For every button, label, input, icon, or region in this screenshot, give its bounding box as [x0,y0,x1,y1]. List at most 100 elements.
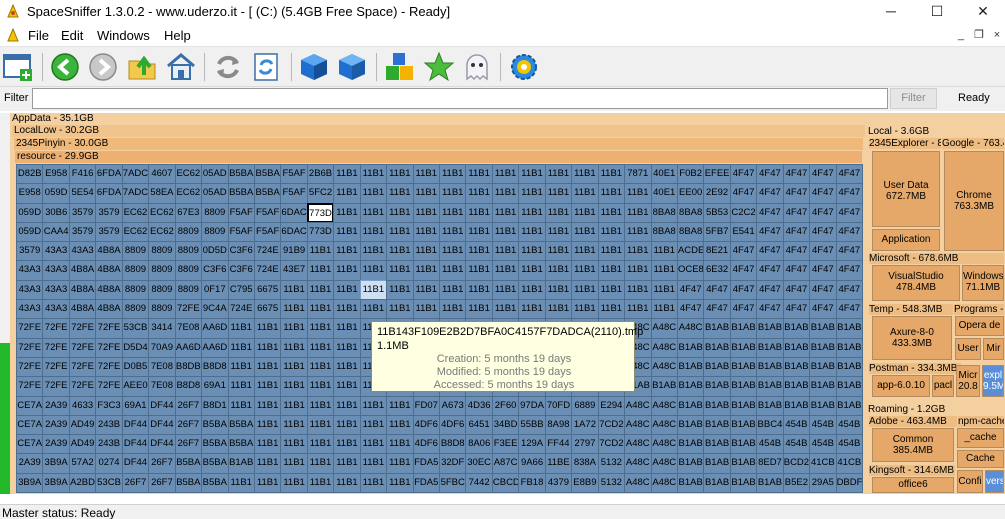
file-cell[interactable]: 4F47 [756,202,784,223]
file-cell[interactable]: 4F47 [782,202,811,223]
file-cell[interactable]: 454B [782,434,811,455]
file-cell[interactable]: 11B1 [439,260,467,281]
file-cell[interactable]: B1AB [756,337,784,358]
file-cell[interactable]: 059D [42,183,70,204]
file-cell-hovered[interactable]: 11B1 [359,279,388,301]
file-cell[interactable]: 5E54 [68,183,97,204]
file-cell[interactable]: 72FE [95,337,123,358]
file-cell[interactable]: ACDE [676,241,705,262]
file-cell[interactable]: B1AB [835,376,863,397]
file-cell[interactable]: 4F47 [809,221,837,243]
file-cell[interactable]: 26F7 [174,414,203,436]
file-cell[interactable]: DBDF [835,472,863,493]
file-cell[interactable]: 6675 [253,279,282,301]
file-cell[interactable]: 11B1 [333,356,361,378]
file-cell[interactable]: 11B1 [465,183,493,204]
file-cell[interactable]: 72FE [16,376,44,397]
file-cell[interactable]: CAA4 [42,221,70,243]
file-cell[interactable]: B1AB [676,414,705,436]
file-cell[interactable]: F5AF [280,183,308,204]
file-cell[interactable]: 11B1 [359,453,388,474]
file-cell[interactable]: FF44 [544,434,573,455]
file-cell[interactable]: B1AB [703,337,731,358]
file-cell[interactable]: A87C [491,453,520,474]
zoom-in-cube-icon[interactable] [298,51,330,83]
file-cell[interactable]: 3579 [68,202,97,223]
file-cell[interactable]: 4B8A [68,299,97,320]
folder-resource[interactable]: resource - 29.9GB [15,151,862,163]
file-cell[interactable]: 11B1 [359,183,388,204]
file-cell[interactable]: 97DA [518,395,546,416]
file-cell[interactable]: 26F7 [174,395,203,416]
file-cell[interactable]: 11B1 [359,299,388,320]
file-cell[interactable]: 11B1 [333,279,361,301]
file-cell[interactable]: B8D8 [201,356,229,378]
folder-user-data[interactable]: User Data 672.7MB [872,151,940,227]
file-cell[interactable]: 4633 [68,395,97,416]
file-cell[interactable]: A48C [624,434,652,455]
file-cell[interactable]: 30B6 [42,202,70,223]
folder-expl[interactable]: expl 9.5M [982,365,1004,397]
file-cell[interactable]: 4F47 [782,164,811,185]
file-cell[interactable]: 69A1 [201,376,229,397]
file-cell[interactable]: 11BE [544,453,573,474]
file-cell[interactable]: 11B1 [280,376,308,397]
file-cell[interactable]: AA6D [201,318,229,339]
file-cell[interactable]: 34BD [491,414,520,436]
file-cell[interactable]: D82B [16,164,44,185]
file-cell[interactable]: B1AB [676,395,705,416]
file-cell[interactable]: 4379 [544,472,573,493]
file-cell[interactable]: 4DF6 [412,414,440,436]
file-cell[interactable]: 11B1 [306,241,335,262]
treemap[interactable]: AppData - 35.1GB LocalLow - 30.2GB 2345P… [10,113,1005,494]
file-cell[interactable]: 11B1 [227,356,255,378]
file-cell[interactable]: 5B53 [703,202,731,223]
file-cell[interactable]: AEE0 [121,376,150,397]
file-cell[interactable]: 11B1 [306,356,335,378]
file-cell[interactable]: 29A5 [809,472,837,493]
file-cell[interactable]: 059D [16,221,44,243]
file-cell[interactable]: 11B1 [650,299,678,320]
file-cell[interactable]: 43E7 [280,260,308,281]
file-cell[interactable]: 11B1 [227,395,255,416]
file-cell[interactable]: B1AB [756,472,784,493]
file-cell[interactable]: A48C [624,472,652,493]
file-cell[interactable]: B1AB [729,356,758,378]
file-cell[interactable]: 72FE [68,318,97,339]
file-cell[interactable]: 11B1 [491,279,520,301]
file-cell[interactable]: 11B1 [359,221,388,243]
file-cell[interactable]: 11B1 [518,183,546,204]
file-cell[interactable]: 11B1 [306,260,335,281]
file-cell[interactable]: 11B1 [518,241,546,262]
file-cell[interactable]: 3414 [148,318,176,339]
file-cell[interactable]: 11B1 [597,221,626,243]
file-cell[interactable]: 11B1 [518,202,546,223]
file-cell[interactable]: 4B8A [68,279,97,301]
file-cell[interactable]: 4B8A [95,241,123,262]
file-cell[interactable]: 11B1 [544,260,573,281]
file-cell[interactable]: 4F47 [782,241,811,262]
file-cell[interactable]: 72FE [68,376,97,397]
file-cell[interactable]: 2B6B [306,164,335,185]
folder-cache[interactable]: Cache [957,450,1004,468]
file-cell[interactable]: 7ADC [121,183,150,204]
file-cell[interactable]: 41CB [835,453,863,474]
file-cell[interactable]: 11B1 [280,299,308,320]
file-cell[interactable]: F5AF [227,202,255,223]
folder-app[interactable]: app-6.0.10 [872,375,930,397]
file-cell[interactable]: 11B1 [465,260,493,281]
file-cell[interactable]: 11B1 [386,279,414,301]
file-cell[interactable]: B8D8 [174,376,203,397]
file-cell[interactable]: 11B1 [306,337,335,358]
file-cell[interactable]: 11B1 [306,299,335,320]
file-cell[interactable]: B5BA [174,472,203,493]
file-cell[interactable]: 4F47 [782,260,811,281]
file-cell[interactable]: 11B1 [306,318,335,339]
file-cell[interactable]: 11B1 [412,241,440,262]
file-cell[interactable]: 72FE [95,318,123,339]
file-cell[interactable]: 11B1 [518,164,546,185]
file-cell[interactable]: 58EA [148,183,176,204]
file-cell[interactable]: EFEE [703,164,731,185]
file-cell[interactable]: 11B1 [491,183,520,204]
folder-npm-cache[interactable]: npm-cache - [958,416,1004,427]
